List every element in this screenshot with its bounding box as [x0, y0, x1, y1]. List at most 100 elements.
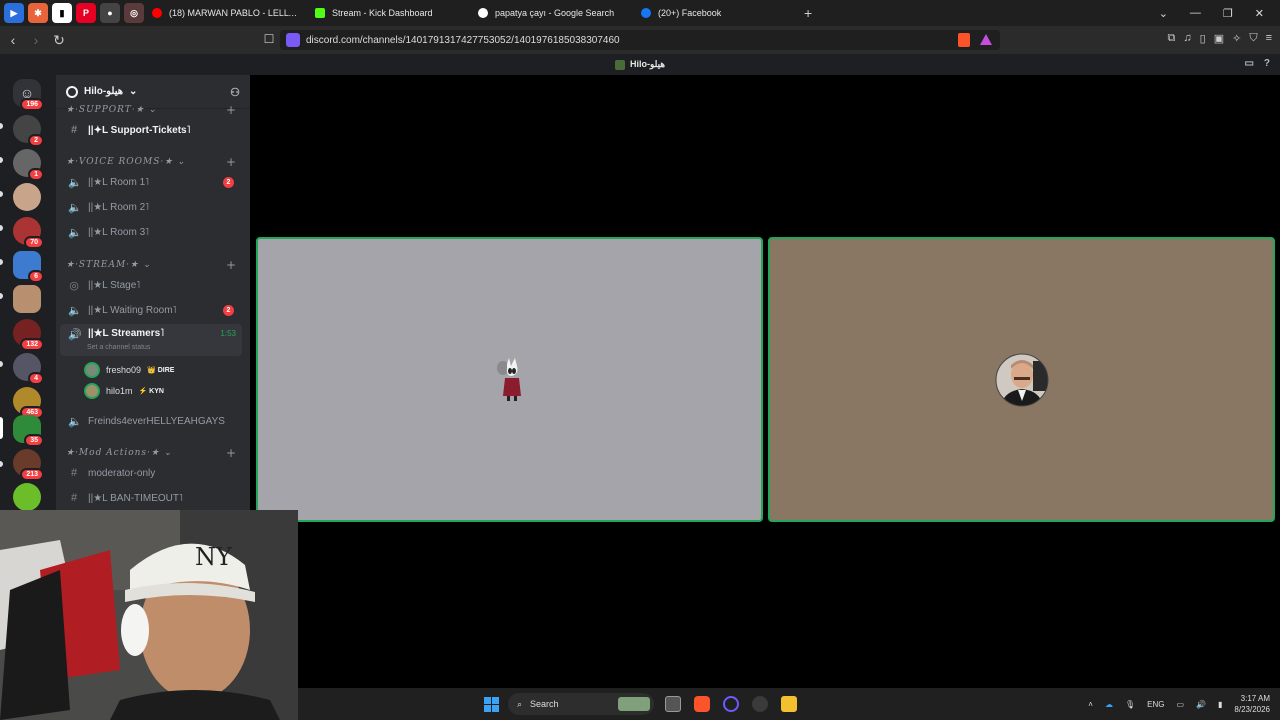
bookmark-icon[interactable]: ☐ — [259, 32, 279, 46]
inbox-icon[interactable]: ▭ — [1244, 58, 1253, 69]
minimize-icon[interactable]: — — [1190, 7, 1201, 19]
server-icon[interactable]: 6 — [13, 251, 44, 283]
avatar — [84, 362, 100, 378]
chevron-down-icon: ⌄ — [129, 86, 138, 97]
back-icon[interactable]: ‹ — [3, 32, 23, 48]
server-icon[interactable]: 132 — [13, 319, 44, 351]
brave-taskbar-icon[interactable] — [694, 696, 710, 712]
server-icon[interactable] — [13, 285, 41, 313]
channel-waiting-room[interactable]: 🔈 ||★L Waiting Room˥ 2 — [60, 299, 242, 321]
pinned-tab-2[interactable]: ✱ — [28, 3, 48, 23]
stage-icon: ◎ — [69, 279, 79, 292]
category-stream[interactable]: ★·STREAM·★ ⌄ + — [66, 258, 236, 272]
hash-icon: # — [70, 124, 78, 136]
extensions-icon[interactable]: ⧉ — [1168, 32, 1176, 45]
browser-tab[interactable]: papatya çayı - Google Search — [470, 0, 633, 26]
channel-streamers[interactable]: 🔊 ||★L Streamers˥ 1:53 Set a channel stat… — [60, 324, 242, 356]
invite-icon[interactable]: ⚇ — [230, 86, 240, 99]
media-icon[interactable]: ♫ — [1183, 32, 1191, 45]
brave-shield-icon[interactable] — [958, 33, 970, 47]
server-icon[interactable]: 4 — [13, 353, 44, 385]
voice-member[interactable]: fresho09 👑 DIRE — [84, 360, 174, 380]
pinned-tab-5[interactable]: ● — [100, 3, 120, 23]
knight-avatar — [496, 357, 521, 401]
channel-stage[interactable]: ◎ ||★L Stage˥ — [60, 274, 242, 296]
voice-member[interactable]: hilo1m ⚡ KYN — [84, 381, 164, 401]
pinned-tab-4[interactable]: P — [76, 3, 96, 23]
tab-search-icon[interactable]: ⌄ — [1159, 7, 1168, 20]
channel-moderator-only[interactable]: # moderator-only — [60, 462, 242, 484]
reload-icon[interactable]: ↻ — [49, 32, 69, 49]
display-icon[interactable]: ▭ — [1176, 700, 1184, 709]
mic-icon[interactable]: 🎙 — [1125, 700, 1135, 709]
file-explorer-icon[interactable] — [781, 696, 797, 712]
forward-icon[interactable]: › — [26, 32, 46, 48]
browser-tab[interactable]: (20+) Facebook — [633, 0, 796, 26]
speaker-icon: 🔈 — [68, 176, 82, 189]
maximize-icon[interactable]: ❐ — [1223, 7, 1233, 20]
category-voice-rooms[interactable]: ★·VOICE ROOMS·★ ⌄ + — [66, 155, 236, 169]
voice-tile-hilo1m[interactable] — [768, 237, 1275, 522]
set-channel-status[interactable]: Set a channel status — [87, 344, 150, 351]
onedrive-icon[interactable]: ☁ — [1105, 700, 1113, 709]
speaker-icon: 🔈 — [68, 415, 82, 428]
leo-icon[interactable]: ✧ — [1232, 32, 1241, 45]
pinned-tab-1[interactable]: ▶ — [4, 3, 24, 23]
channel-ban-timeout[interactable]: # ||★L BAN-TIMEOUT˥ — [60, 487, 242, 509]
address-bar-row: ‹ › ↻ ☐ discord.com/channels/14017913174… — [0, 26, 1280, 54]
speaker-icon: 🔈 — [68, 304, 82, 317]
power-icon[interactable]: ▮ — [1218, 700, 1222, 709]
site-info-icon[interactable] — [286, 33, 300, 47]
pinned-tab-6[interactable]: ◎ — [124, 3, 144, 23]
server-icon[interactable] — [13, 483, 41, 511]
guild-header[interactable]: Hilo-هيلو ⌄ ⚇ — [56, 75, 250, 109]
browser-tab[interactable]: (18) MARWAN PABLO - LELLY YAH |L — [144, 0, 307, 26]
category-mod-actions[interactable]: ★·Mod Actions·★ ⌄ + — [66, 446, 236, 460]
help-icon[interactable]: ? — [1264, 58, 1270, 69]
close-icon[interactable]: ✕ — [1255, 7, 1264, 20]
discord-title-bar: Hilo-هيلو ▭ ? — [0, 54, 1280, 75]
voice-tile-fresho09[interactable] — [256, 237, 763, 522]
server-icon[interactable]: 70 — [13, 217, 44, 249]
server-icon[interactable]: 463 — [13, 387, 44, 419]
language-indicator[interactable]: ENG — [1147, 700, 1164, 709]
server-icon[interactable]: 1 — [13, 149, 44, 181]
search-highlight-icon — [618, 697, 650, 711]
channel-room-2[interactable]: 🔈 ||★L Room 2˥ — [60, 196, 242, 218]
steam-taskbar-icon[interactable] — [752, 696, 768, 712]
sidebar-icon[interactable]: ▯ — [1200, 32, 1206, 45]
vpn-icon[interactable]: ⛉ — [1249, 32, 1257, 45]
server-icon[interactable] — [13, 183, 41, 211]
webcam-overlay: NY — [0, 510, 298, 720]
menu-icon[interactable]: ≡ — [1266, 32, 1272, 45]
webcam-feed: NY — [0, 510, 298, 720]
channel-room-1[interactable]: 🔈 ||★L Room 1˥ 2 — [60, 171, 242, 193]
hash-icon: # — [70, 492, 78, 504]
url-input[interactable]: discord.com/channels/1401791317427753052… — [280, 30, 1000, 50]
channel-freinds[interactable]: 🔈 Freinds4everHELLYEAHGAYS — [60, 410, 242, 432]
svg-text:NY: NY — [195, 543, 233, 571]
task-view-icon[interactable] — [665, 696, 681, 712]
new-tab-button[interactable]: + — [804, 5, 812, 21]
start-button[interactable] — [484, 697, 499, 712]
server-icon[interactable]: 213 — [13, 449, 44, 481]
speaker-icon: 🔈 — [68, 226, 82, 239]
avatar — [84, 383, 100, 399]
clock[interactable]: 3:17 AM 8/23/2026 — [1234, 693, 1270, 715]
app-taskbar-icon[interactable] — [723, 696, 739, 712]
channel-support-tickets[interactable]: # ||✦L Support-Tickets˥ — [60, 119, 242, 141]
brave-rewards-icon[interactable] — [980, 34, 992, 45]
pinned-tab-3[interactable]: ▮ — [52, 3, 72, 23]
volume-icon[interactable]: 🔊 — [1196, 700, 1206, 709]
search-icon: ⌕ — [517, 698, 523, 709]
category-support[interactable]: ★·SUPPORT·★ ⌄ + — [66, 103, 236, 117]
server-icon-active[interactable]: 35 — [13, 415, 44, 447]
channel-room-3[interactable]: 🔈 ||★L Room 3˥ — [60, 221, 242, 243]
wallet-icon[interactable]: ▣ — [1214, 32, 1224, 45]
server-icon[interactable]: 2 — [13, 115, 44, 147]
tray-overflow-icon[interactable]: ˄ — [1088, 700, 1093, 709]
guild-icon — [66, 85, 78, 98]
browser-tab[interactable]: Stream - Kick Dashboard — [307, 0, 470, 26]
taskbar-search[interactable]: ⌕ Search — [508, 693, 654, 715]
direct-messages-icon[interactable]: ☺ 196 — [13, 79, 44, 111]
